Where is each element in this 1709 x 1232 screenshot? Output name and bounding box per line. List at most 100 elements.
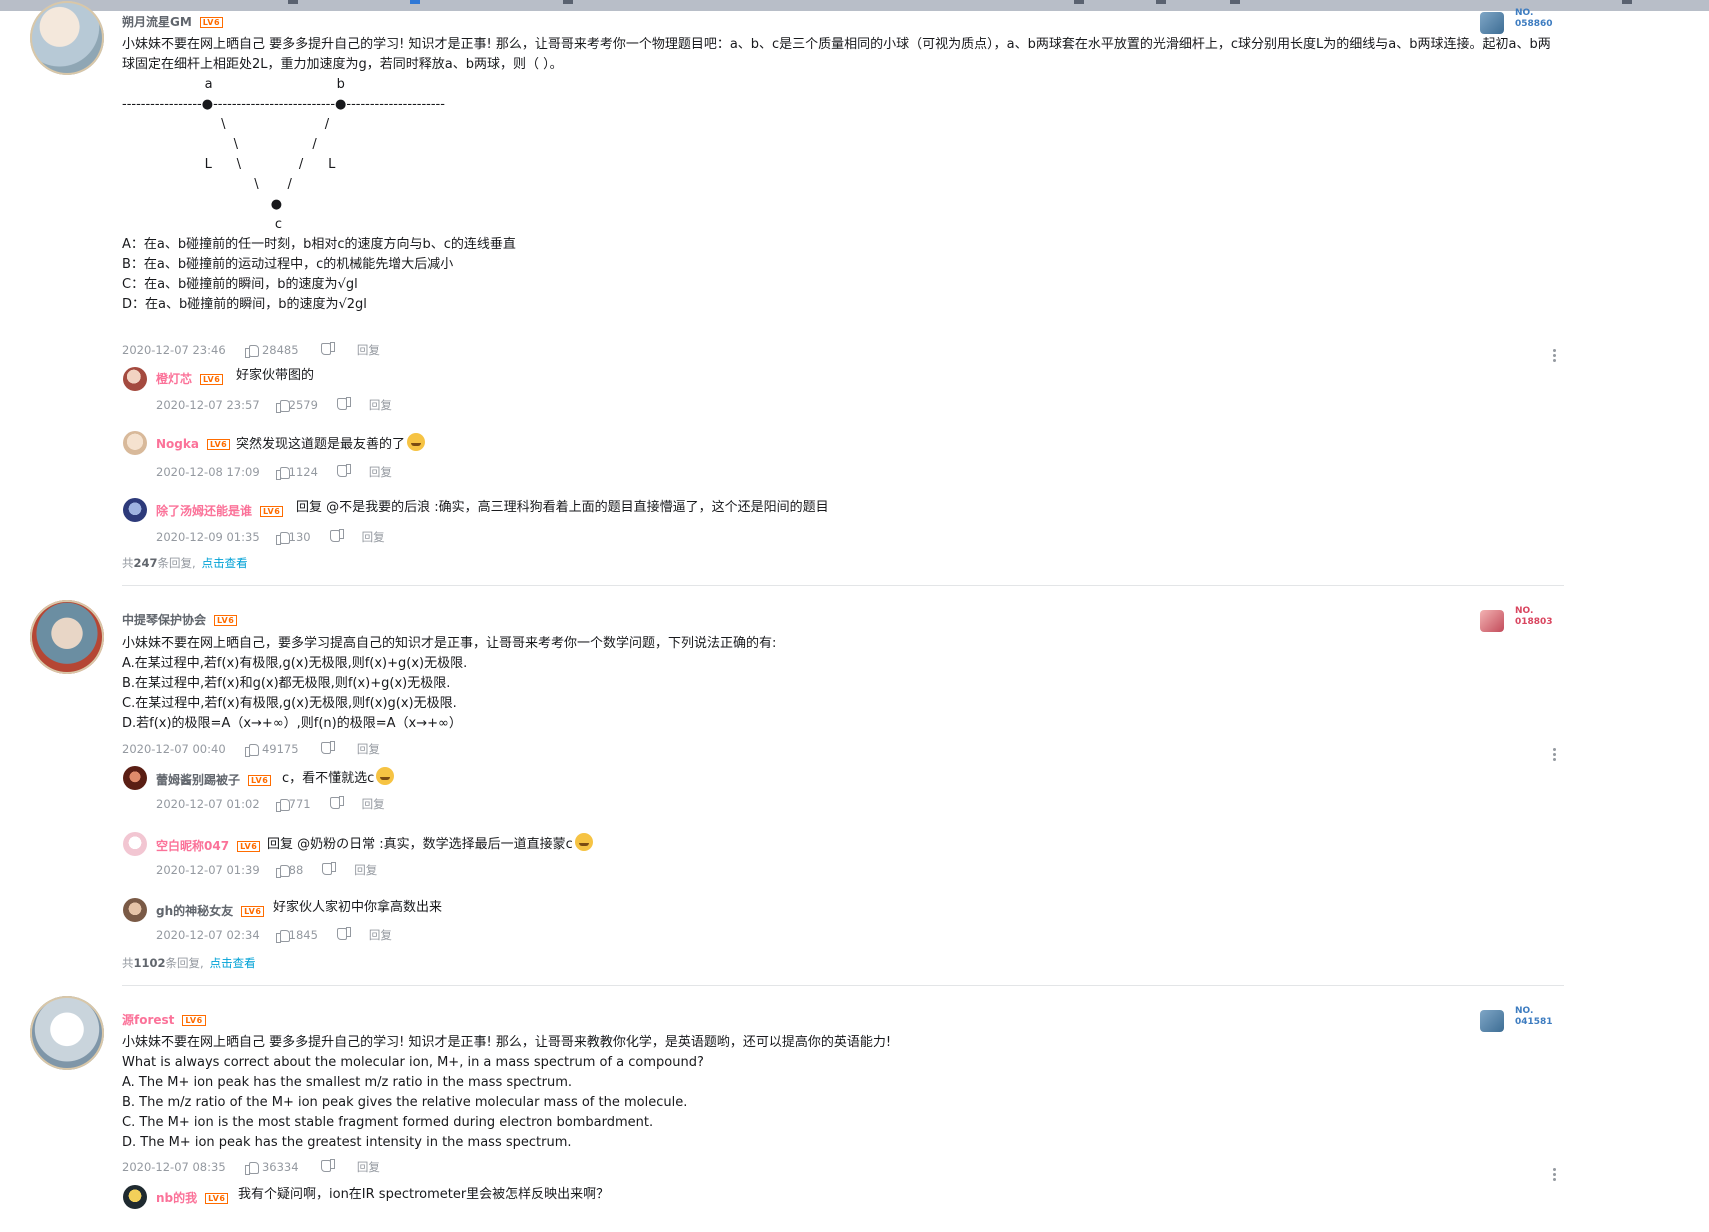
like-count: 28485 (261, 343, 299, 357)
reply-avatar[interactable] (123, 1185, 147, 1209)
dislike-icon[interactable] (323, 863, 337, 877)
level-badge: LV6 (199, 17, 224, 28)
comment-line: \ / (122, 117, 330, 132)
like-count: 49175 (261, 742, 299, 756)
comment-line: 小妹妹不要在网上晒自己 要多多提升自己的学习! 知识才是正事! 那么，让哥哥来教… (122, 1035, 892, 1050)
username[interactable]: 源forest LV6 (122, 1011, 206, 1028)
reply-button[interactable]: 回复 (362, 796, 385, 812)
like-icon[interactable] (275, 398, 290, 413)
comment-line: D. The M+ ion peak has the greatest inte… (122, 1135, 572, 1150)
dislike-icon[interactable] (322, 1160, 336, 1174)
comment-line: -----------------●----------------------… (122, 97, 445, 112)
reply-button[interactable]: 回复 (369, 927, 392, 943)
comment-line: A：在a、b碰撞前的任一时刻，b相对c的速度方向与b、c的连线垂直 (122, 237, 516, 252)
reply-username[interactable]: nb的我 LV6 (156, 1189, 229, 1206)
reply-avatar[interactable] (123, 367, 147, 391)
like-icon[interactable] (244, 343, 260, 358)
reply-button[interactable]: 回复 (354, 862, 377, 878)
fan-badge: NO. 058860 (1476, 8, 1576, 38)
reply-username[interactable]: 空白昵称047 LV6 (156, 837, 261, 854)
comment-line: D：在a、b碰撞前的瞬间，b的速度为√2gl (122, 297, 367, 312)
divider (122, 985, 1564, 986)
dislike-icon[interactable] (338, 465, 352, 479)
reply-text: 我有个疑问啊，ion在IR spectrometer里会被怎样反映出来啊？ (238, 1187, 610, 1202)
reply-username[interactable]: 橙灯芯 LV6 (156, 370, 224, 387)
fan-badge-icon (1480, 12, 1504, 34)
username-text[interactable]: 源forest (122, 1013, 174, 1027)
reply-text: 突然发现这道题是最友善的了 (236, 433, 426, 455)
fan-badge-number: NO. 018803 (1515, 606, 1553, 627)
reply-username[interactable]: Nogka LV6 (156, 437, 231, 451)
reply-avatar[interactable] (123, 498, 147, 522)
dislike-icon[interactable] (338, 398, 352, 412)
level-badge: LV6 (200, 374, 224, 385)
reply-username[interactable]: 除了汤姆还能是谁 LV6 (156, 502, 284, 519)
level-badge: LV6 (206, 439, 231, 450)
comment-line: L \ / L (122, 157, 336, 172)
reply-avatar[interactable] (123, 766, 147, 790)
comment-meta: 2020-12-07 00:40 49175 回复 (122, 741, 380, 757)
avatar[interactable] (30, 996, 104, 1070)
more-options-icon[interactable] (1552, 748, 1558, 762)
like-icon[interactable] (275, 465, 290, 480)
avatar[interactable] (30, 1, 104, 75)
comment-line: 小妹妹不要在网上晒自己 要多多提升自己的学习! 知识才是正事! 那么，让哥哥来考… (122, 37, 1551, 72)
reply-text: 好家伙人家初中你拿高数出来 (273, 900, 443, 915)
reply-button[interactable]: 回复 (362, 529, 385, 545)
reply-avatar[interactable] (123, 431, 147, 455)
comment-content: 小妹妹不要在网上晒自己 要多多提升自己的学习! 知识才是正事! 那么，让哥哥来教… (122, 1033, 1562, 1153)
comment-line: a b (122, 77, 345, 92)
username[interactable]: 朔月流星GM LV6 (122, 13, 224, 30)
dislike-icon[interactable] (322, 343, 336, 357)
reply-text: c，看不懂就选c (282, 767, 395, 789)
reply-button[interactable]: 回复 (369, 397, 392, 413)
dislike-icon[interactable] (331, 797, 345, 811)
reply-meta: 2020-12-08 17:09 1124 回复 (156, 464, 392, 480)
cat-emoji-icon (574, 833, 593, 851)
username[interactable]: 中提琴保护协会 LV6 (122, 611, 238, 628)
reply-button[interactable]: 回复 (357, 342, 380, 358)
reply-username[interactable]: 蕾姆酱别踢被子 LV6 (156, 771, 272, 788)
comment-line: 小妹妹不要在网上晒自己，要多学习提高自己的知识才是正事，让哥哥来考考你一个数学问… (122, 636, 777, 651)
avatar[interactable] (30, 600, 104, 674)
reply-text: 回复 @不是我要的后浪 :确实，高三理科狗看着上面的题目直接懵逼了，这个还是阳间… (296, 500, 829, 515)
comment-content: 小妹妹不要在网上晒自己，要多学习提高自己的知识才是正事，让哥哥来考考你一个数学问… (122, 634, 1562, 734)
comment-line: D.若f(x)的极限=A（x→+∞）,则f(n)的极限=A（x→+∞） (122, 716, 462, 731)
like-icon[interactable] (244, 1160, 260, 1175)
reply-avatar[interactable] (123, 898, 147, 922)
top-header-bar (0, 0, 1709, 11)
reply-button[interactable]: 回复 (369, 464, 392, 480)
username-text[interactable]: 中提琴保护协会 (122, 613, 206, 627)
username-text[interactable]: 朔月流星GM (122, 15, 192, 29)
view-all-replies-link[interactable]: 点击查看 (210, 956, 256, 970)
dislike-icon[interactable] (331, 530, 345, 544)
comment-line: C.在某过程中,若f(x)有极限,g(x)无极限,则f(x)g(x)无极限. (122, 696, 457, 711)
comment-line: \ / (122, 137, 317, 152)
like-icon[interactable] (275, 863, 290, 878)
like-icon[interactable] (275, 797, 290, 812)
view-all-replies-link[interactable]: 点击查看 (202, 556, 248, 570)
more-options-icon[interactable] (1552, 349, 1558, 363)
comment-line: C：在a、b碰撞前的瞬间，b的速度为√gl (122, 277, 358, 292)
more-options-icon[interactable] (1552, 1168, 1558, 1182)
reply-button[interactable]: 回复 (357, 741, 380, 757)
fan-badge-icon (1480, 1010, 1504, 1032)
dislike-icon[interactable] (338, 928, 352, 942)
like-icon[interactable] (275, 530, 290, 545)
like-count: 36334 (261, 1160, 299, 1174)
like-icon[interactable] (244, 742, 260, 757)
reply-avatar[interactable] (123, 832, 147, 856)
fan-badge: NO. 041581 (1476, 1006, 1576, 1036)
reply-text: 回复 @奶粉の日常 :真实，数学选择最后一道直接蒙c (267, 833, 593, 855)
comment-line: A. The M+ ion peak has the smallest m/z … (122, 1075, 573, 1090)
reply-button[interactable]: 回复 (357, 1159, 380, 1175)
reply-total: 共247条回复, 点击查看 (122, 556, 248, 570)
level-badge: LV6 (237, 841, 261, 852)
like-icon[interactable] (275, 928, 290, 943)
reply-username[interactable]: gh的神秘女友 LV6 (156, 902, 265, 919)
dislike-icon[interactable] (322, 742, 336, 756)
fan-badge-number: NO. 058860 (1515, 8, 1553, 29)
reply-meta: 2020-12-07 01:02 771 回复 (156, 796, 385, 812)
header-fragment (410, 0, 420, 4)
fan-badge: NO. 018803 (1476, 606, 1576, 636)
